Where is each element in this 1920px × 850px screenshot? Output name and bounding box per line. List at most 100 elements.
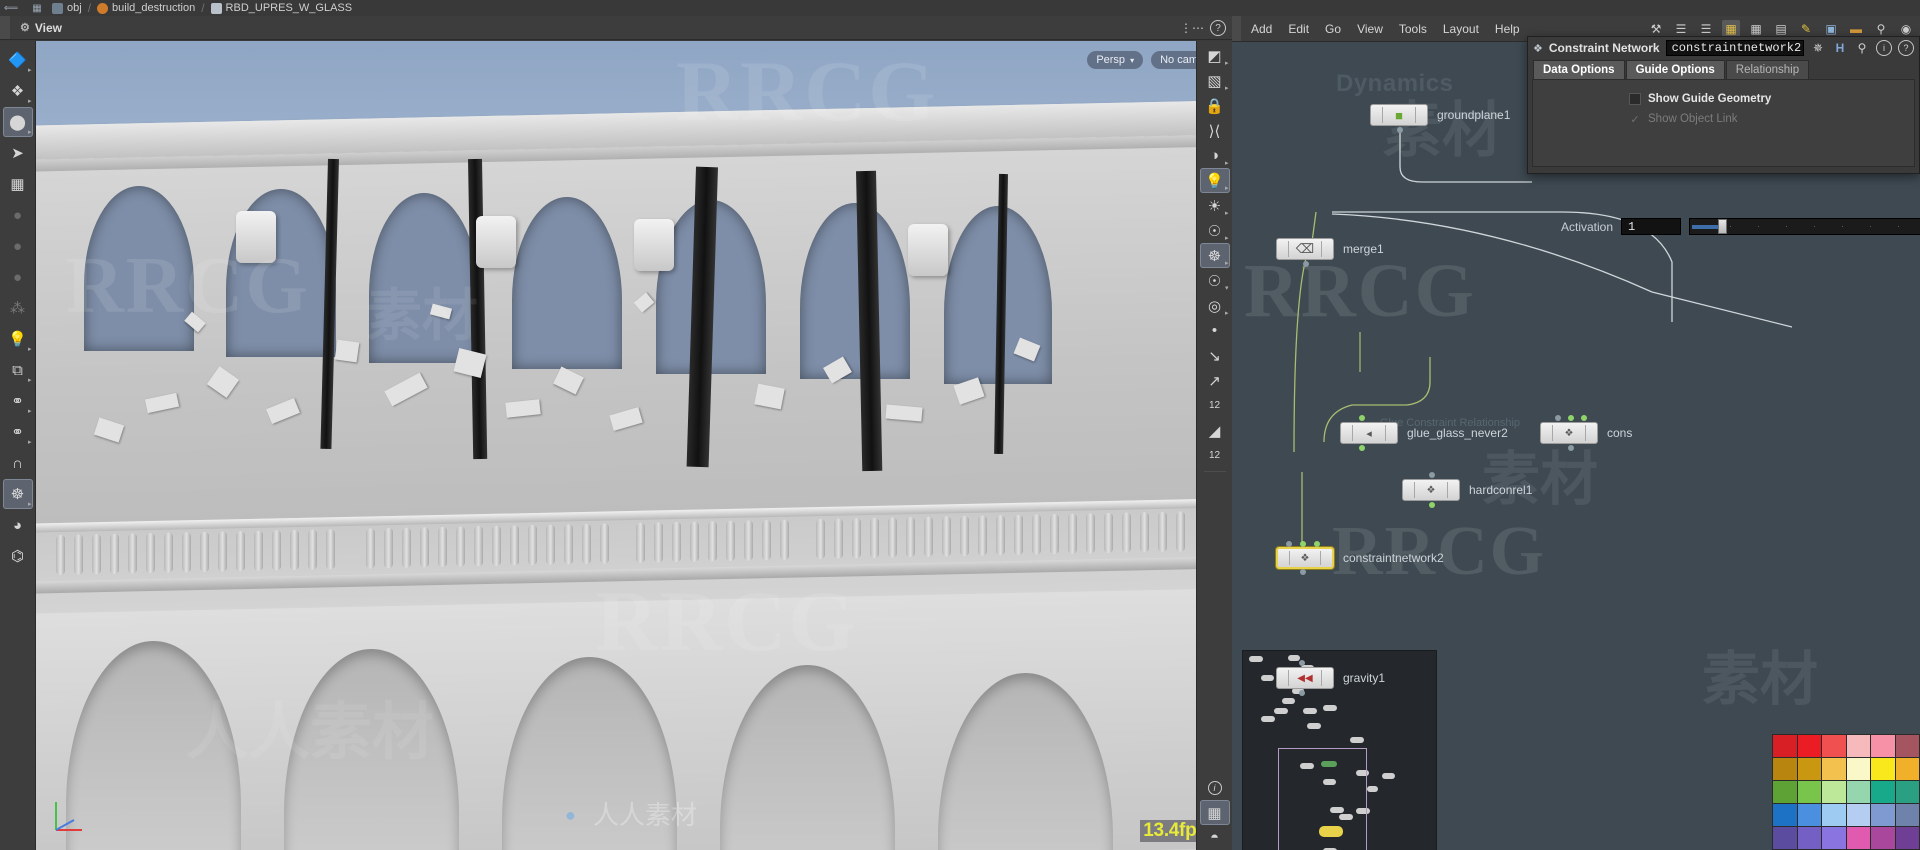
visibility-icon[interactable]: ☉ ▾ bbox=[1200, 268, 1230, 293]
activation-slider[interactable] bbox=[1689, 218, 1920, 235]
node-input-port[interactable] bbox=[1359, 415, 1365, 421]
color-swatch[interactable] bbox=[1822, 827, 1846, 849]
menu-go[interactable]: Go bbox=[1325, 22, 1341, 36]
color-swatch[interactable] bbox=[1822, 735, 1846, 757]
bake-tool-icon[interactable]: ⌬ bbox=[3, 541, 33, 571]
activation-input[interactable]: 1 bbox=[1621, 218, 1682, 235]
env-light-icon[interactable]: ☸ ▸ bbox=[1199, 243, 1230, 269]
panel-drag-handle[interactable] bbox=[1232, 16, 1241, 41]
node-body[interactable]: ❖ bbox=[1402, 472, 1460, 508]
show-guide-geometry-checkbox[interactable] bbox=[1629, 93, 1641, 105]
node-body[interactable]: ◂ bbox=[1340, 415, 1398, 451]
color-palette[interactable] bbox=[1772, 734, 1920, 850]
light-tool-icon[interactable]: 💡 ▸ bbox=[3, 324, 33, 354]
node-body[interactable]: ■ bbox=[1370, 104, 1428, 133]
node-output-port[interactable] bbox=[1568, 445, 1574, 451]
node-body[interactable]: ⌫ bbox=[1276, 238, 1334, 267]
menu-edit[interactable]: Edit bbox=[1288, 22, 1309, 36]
grid-display-icon[interactable]: ▦ bbox=[1199, 800, 1230, 826]
node-body[interactable]: ❖ bbox=[1276, 541, 1334, 575]
color-swatch[interactable] bbox=[1797, 827, 1821, 849]
color-swatch[interactable] bbox=[1871, 804, 1895, 826]
node-input-port[interactable] bbox=[1429, 472, 1435, 478]
vectors-icon[interactable]: ↗ bbox=[1200, 368, 1230, 393]
spot-light-icon[interactable]: ☉ ▸ bbox=[1200, 218, 1230, 243]
copy-tool-icon[interactable]: ⧉ ▸ bbox=[3, 355, 33, 385]
menu-view[interactable]: View bbox=[1357, 22, 1383, 36]
slider-handle[interactable] bbox=[1718, 219, 1728, 234]
color-swatch[interactable] bbox=[1822, 804, 1846, 826]
point-light-icon[interactable]: ☀ ▸ bbox=[1200, 193, 1230, 218]
breadcrumb-item-build-destruction[interactable]: build_destruction bbox=[97, 2, 195, 14]
houdini-h-icon[interactable]: H bbox=[1832, 40, 1848, 56]
move-tool-icon[interactable]: ⬤ ▸ bbox=[2, 107, 33, 137]
node-output-port[interactable] bbox=[1299, 690, 1305, 696]
particles-tool-icon[interactable]: ⁂ bbox=[3, 293, 33, 323]
color-swatch[interactable] bbox=[1895, 827, 1919, 849]
breadcrumb-item-rbd-upres[interactable]: RBD_UPRES_W_GLASS bbox=[210, 2, 352, 14]
search-icon[interactable]: ⚲ bbox=[1854, 40, 1870, 56]
color-swatch[interactable] bbox=[1773, 804, 1797, 826]
viewport-3d-canvas[interactable]: Persp ▾ No cam ▾ ● 人人素材 13.4fpm bbox=[36, 41, 1226, 850]
color-swatch[interactable] bbox=[1871, 735, 1895, 757]
color-swatch[interactable] bbox=[1773, 827, 1797, 849]
help-icon[interactable]: ? bbox=[1898, 40, 1914, 56]
node-name-field[interactable]: constraintnetwork2 bbox=[1665, 40, 1804, 56]
ghost-icon[interactable]: ⟩⟨ bbox=[1200, 118, 1230, 143]
node-constraintnetwork2[interactable]: ❖ constraintnetwork2 bbox=[1276, 541, 1444, 575]
color-swatch[interactable] bbox=[1797, 758, 1821, 780]
help-icon[interactable]: ? bbox=[1210, 20, 1226, 36]
snap-icon[interactable]: ◓ bbox=[1200, 825, 1230, 850]
node-merge1[interactable]: ⌫ merge1 bbox=[1276, 238, 1384, 267]
minimap-viewport-rect[interactable] bbox=[1278, 748, 1367, 850]
constraint-network-dialog[interactable]: ❖ Constraint Network constraintnetwork2 … bbox=[1527, 36, 1920, 174]
render-tool-icon[interactable]: ☸ ▸ bbox=[2, 479, 33, 509]
tab-relationship[interactable]: Relationship bbox=[1725, 60, 1810, 79]
node-output-port[interactable] bbox=[1303, 261, 1309, 267]
view-mode-dropdown[interactable]: Persp ▾ bbox=[1087, 51, 1144, 69]
color-swatch[interactable] bbox=[1797, 781, 1821, 803]
color-swatch[interactable] bbox=[1895, 758, 1919, 780]
normals-icon[interactable]: ↘ bbox=[1200, 343, 1230, 368]
light-bulb-icon[interactable]: 💡 ▸ bbox=[1199, 168, 1230, 194]
material-icon[interactable]: ▧ ▸ bbox=[1200, 68, 1230, 93]
node-input-port[interactable] bbox=[1555, 415, 1561, 421]
magnet-a-icon[interactable]: ⚭ ▸ bbox=[3, 386, 33, 416]
node-output-port[interactable] bbox=[1429, 502, 1435, 508]
color-swatch[interactable] bbox=[1797, 735, 1821, 757]
viewport-view-menu[interactable]: ⚙ View bbox=[10, 21, 72, 35]
point-display-icon[interactable]: • bbox=[1200, 318, 1230, 343]
node-input-port[interactable] bbox=[1299, 660, 1305, 666]
select-tool-icon[interactable]: 🔷 ▸ bbox=[3, 45, 33, 75]
pointer-tool-icon[interactable]: ➤ bbox=[3, 138, 33, 168]
panel-drag-handle[interactable] bbox=[0, 16, 10, 39]
color-swatch[interactable] bbox=[1895, 735, 1919, 757]
node-input-port[interactable] bbox=[1314, 541, 1320, 547]
menu-layout[interactable]: Layout bbox=[1443, 22, 1479, 36]
color-swatch[interactable] bbox=[1846, 758, 1870, 780]
color-swatch[interactable] bbox=[1773, 735, 1797, 757]
node-groundplane1[interactable]: ■ groundplane1 bbox=[1370, 104, 1510, 133]
node-input-port[interactable] bbox=[1568, 415, 1574, 421]
prim-numbers-icon[interactable]: 12 bbox=[1200, 443, 1230, 468]
node-input-port[interactable] bbox=[1581, 415, 1587, 421]
menu-add[interactable]: Add bbox=[1251, 22, 1272, 36]
back-arrow-icon[interactable]: ⟸ bbox=[0, 1, 22, 15]
breadcrumb-item-obj[interactable]: obj bbox=[52, 2, 82, 14]
color-swatch[interactable] bbox=[1871, 827, 1895, 849]
menu-help[interactable]: Help bbox=[1495, 22, 1520, 36]
color-swatch[interactable] bbox=[1846, 804, 1870, 826]
node-input-port[interactable] bbox=[1300, 541, 1306, 547]
magnet-b-icon[interactable]: ⚭ ▸ bbox=[3, 417, 33, 447]
option-show-guide-geometry[interactable]: Show Guide Geometry bbox=[1533, 89, 1914, 109]
node-constraintnetwork-right[interactable]: ❖ cons bbox=[1540, 415, 1632, 451]
halftone-icon[interactable]: ◑ ▸ bbox=[1200, 143, 1230, 168]
primitive-icon[interactable]: ◢ bbox=[1200, 418, 1230, 443]
shading-icon[interactable]: ◩ ▸ bbox=[1200, 43, 1230, 68]
color-swatch[interactable] bbox=[1822, 758, 1846, 780]
magnet-c-icon[interactable]: ∩ bbox=[3, 448, 33, 478]
network-minimap[interactable] bbox=[1242, 650, 1437, 850]
info-icon[interactable]: i bbox=[1876, 40, 1892, 56]
color-swatch[interactable] bbox=[1773, 781, 1797, 803]
camera-visibility-icon[interactable]: ◎ ▸ bbox=[1200, 293, 1230, 318]
